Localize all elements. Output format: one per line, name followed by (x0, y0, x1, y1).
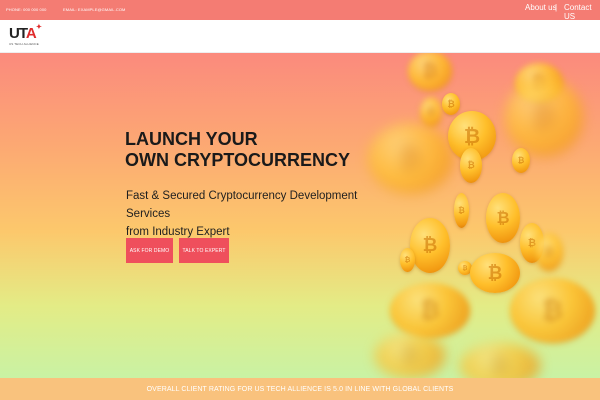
bitcoin-coin-icon: ₿ (470, 253, 520, 293)
site-header: UTA ✦ US TECH ALLIENCE (0, 20, 600, 53)
logo-mark: UTA (9, 25, 37, 42)
bitcoin-coin-icon: ₿ (400, 248, 415, 272)
bitcoin-coin-icon: ₿ (535, 233, 563, 271)
bitcoin-coin-icon: ₿ (375, 333, 445, 378)
bitcoin-coin-icon: ₿ (390, 283, 470, 338)
hero-section: LAUNCH YOUR OWN CRYPTOCURRENCY Fast & Se… (0, 53, 600, 378)
talk-to-expert-button[interactable]: TALK TO EXPERT (179, 238, 229, 263)
bitcoin-coin-icon: ₿ (454, 193, 469, 228)
contact-us-link[interactable]: Contact US (564, 3, 600, 21)
company-logo[interactable]: UTA ✦ US TECH ALLIENCE (9, 24, 45, 49)
bitcoin-coin-icon: ₿ (505, 78, 583, 156)
nav-separator: | (555, 3, 558, 12)
email-text: EMAIL: EXAMPLE@GMAIL.COM (63, 7, 126, 12)
bitcoin-coin-icon: ₿ (510, 278, 595, 343)
client-rating-band: OVERALL CLIENT RATING FOR US TECH ALLIEN… (0, 378, 600, 400)
bitcoin-coin-icon: ₿ (410, 218, 450, 273)
hero-subtitle: Fast & Secured Cryptocurrency Developmen… (126, 190, 358, 238)
bitcoin-coins-illustration: ₿ ₿ ₿ ₿ ₿ ₿ ₿ ₿ ₿ ₿ ₿ ₿ ₿ ₿ ₿ ₿ ₿ ₿ ₿ ₿ … (360, 53, 600, 378)
ask-for-demo-button[interactable]: ASK FOR DEMO (126, 238, 173, 263)
top-contact-bar: PHONE: 000 000 000 EMAIL: EXAMPLE@GMAIL.… (0, 0, 600, 21)
bitcoin-coin-icon: ₿ (512, 148, 530, 173)
about-us-link[interactable]: About us (525, 3, 557, 12)
bitcoin-coin-icon: ₿ (420, 97, 442, 127)
hero-title: LAUNCH YOUR OWN CRYPTOCURRENCY (125, 129, 351, 170)
logo-tagline: US TECH ALLIENCE (9, 42, 39, 46)
bitcoin-coin-icon: ₿ (460, 148, 482, 183)
bitcoin-coin-icon: ₿ (368, 123, 453, 193)
logo-spark-icon: ✦ (36, 24, 42, 31)
phone-text: PHONE: 000 000 000 (6, 7, 47, 12)
bitcoin-coin-icon: ₿ (408, 53, 452, 91)
bitcoin-coin-icon: ₿ (460, 343, 540, 378)
bitcoin-coin-icon: ₿ (486, 193, 520, 243)
bitcoin-coin-icon: ₿ (442, 93, 460, 115)
